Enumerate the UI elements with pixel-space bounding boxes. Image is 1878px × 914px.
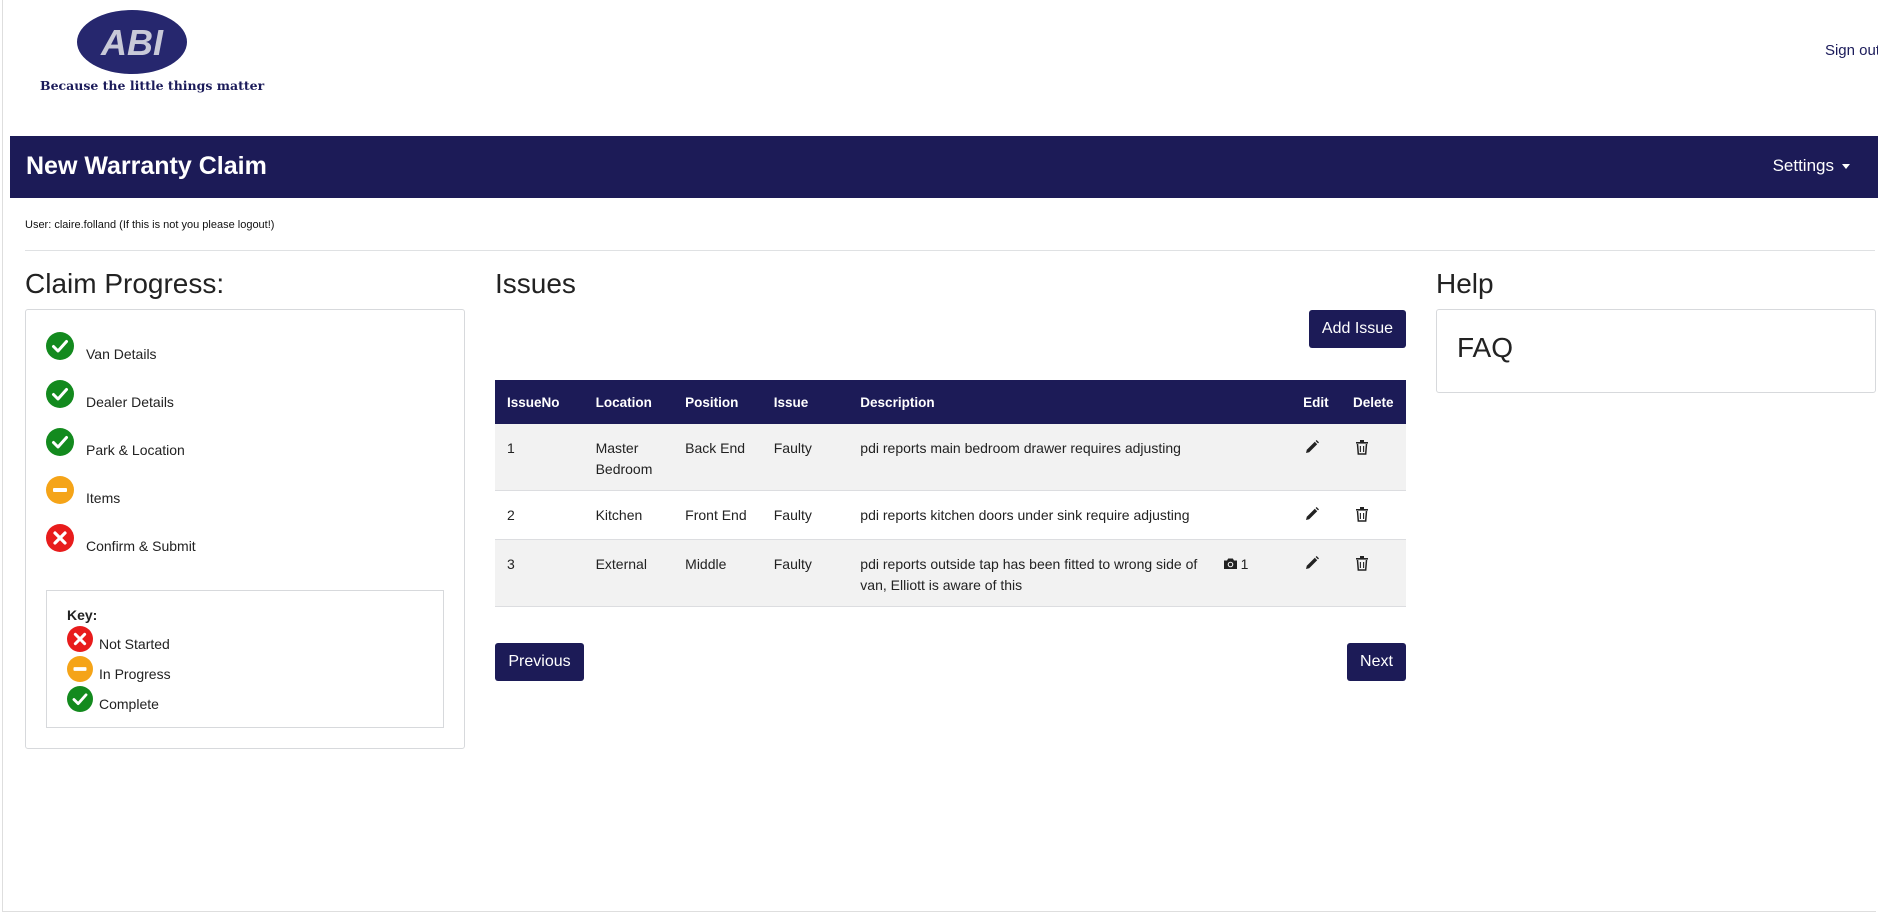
x-circle-icon <box>46 524 74 552</box>
cell-issue: Faulty <box>761 490 849 540</box>
photo-count: 1 <box>1240 556 1249 572</box>
cell-issueno: 2 <box>495 490 584 540</box>
issues-heading: Issues <box>495 268 576 299</box>
cell-edit <box>1291 424 1341 491</box>
key-title: Key: <box>67 607 98 623</box>
cell-photos <box>1210 424 1292 491</box>
col-location: Location <box>583 380 674 424</box>
cell-issueno: 3 <box>495 539 584 607</box>
logo-tagline: Because the little things matter <box>40 78 265 93</box>
help-panel: FAQ <box>1436 309 1876 393</box>
cell-location: Kitchen <box>583 490 674 540</box>
pencil-icon[interactable] <box>1303 554 1321 572</box>
faq-link[interactable]: FAQ <box>1457 332 1513 364</box>
cell-location: External <box>583 539 674 607</box>
cell-photos: 1 <box>1210 539 1292 607</box>
key-label: Complete <box>99 696 159 712</box>
cell-delete <box>1340 424 1406 491</box>
step-label: Confirm & Submit <box>86 538 196 554</box>
cell-issueno: 1 <box>495 424 584 491</box>
minus-circle-icon <box>67 656 93 682</box>
col-issue: Issue <box>761 380 849 424</box>
col-issueno: IssueNo <box>495 380 584 424</box>
col-position: Position <box>673 380 762 424</box>
cell-position: Front End <box>673 490 762 540</box>
cell-photos <box>1210 490 1292 540</box>
key-label: Not Started <box>99 636 170 652</box>
claim-progress-heading: Claim Progress: <box>25 268 225 299</box>
user-info: User: claire.folland (If this is not you… <box>25 219 275 231</box>
table-header-row: IssueNo Location Position Issue Descript… <box>495 380 1406 424</box>
table-row: 2 Kitchen Front End Faulty pdi reports k… <box>495 490 1406 540</box>
step-label: Park & Location <box>86 442 185 458</box>
table-row: 1 Master Bedroom Back End Faulty pdi rep… <box>495 424 1406 491</box>
help-heading: Help <box>1436 268 1494 299</box>
trash-icon[interactable] <box>1353 554 1371 572</box>
cell-position: Back End <box>673 424 762 491</box>
col-edit: Edit <box>1291 380 1341 424</box>
divider <box>25 250 1875 251</box>
minus-circle-icon <box>46 476 74 504</box>
col-photos <box>1210 380 1292 424</box>
page-title: New Warranty Claim <box>26 152 267 180</box>
cell-issue: Faulty <box>761 424 849 491</box>
trash-icon[interactable] <box>1353 438 1371 456</box>
x-circle-icon <box>67 626 93 652</box>
cell-delete <box>1340 490 1406 540</box>
navbar: New Warranty Claim Settings <box>10 136 1878 198</box>
cell-edit <box>1291 539 1341 607</box>
caret-down-icon <box>1842 164 1850 170</box>
col-description: Description <box>848 380 1211 424</box>
next-button[interactable]: Next <box>1347 643 1406 681</box>
trash-icon[interactable] <box>1353 505 1371 523</box>
cell-delete <box>1340 539 1406 607</box>
check-circle-icon <box>46 428 74 456</box>
cell-issue: Faulty <box>761 539 849 607</box>
logo-text: ABI <box>100 22 164 63</box>
cell-position: Middle <box>673 539 762 607</box>
cell-description: pdi reports main bedroom drawer requires… <box>848 424 1211 491</box>
col-delete: Delete <box>1340 380 1406 424</box>
add-issue-button[interactable]: Add Issue <box>1309 310 1406 348</box>
settings-dropdown[interactable]: Settings <box>1773 156 1850 176</box>
claim-progress-panel: Van Details Dealer Details Park & Locati… <box>25 309 465 749</box>
cell-edit <box>1291 490 1341 540</box>
check-circle-icon <box>46 332 74 360</box>
settings-label: Settings <box>1772 156 1834 175</box>
camera-icon <box>1223 558 1237 569</box>
pencil-icon[interactable] <box>1303 505 1321 523</box>
issues-table: IssueNo Location Position Issue Descript… <box>495 380 1406 607</box>
table-row: 3 External Middle Faulty pdi reports out… <box>495 539 1406 607</box>
photo-attachment[interactable]: 1 <box>1223 556 1249 572</box>
step-label: Van Details <box>86 346 157 362</box>
step-label: Dealer Details <box>86 394 174 410</box>
status-key: Key: Not Started In Progress Complete <box>46 590 444 728</box>
key-label: In Progress <box>99 666 171 682</box>
cell-description: pdi reports kitchen doors under sink req… <box>848 490 1211 540</box>
sign-out-link[interactable]: Sign out <box>1825 42 1878 59</box>
check-circle-icon <box>46 380 74 408</box>
previous-button[interactable]: Previous <box>495 643 584 681</box>
check-circle-icon <box>67 686 93 712</box>
pencil-icon[interactable] <box>1303 438 1321 456</box>
cell-location: Master Bedroom <box>583 424 674 491</box>
cell-description: pdi reports outside tap has been fitted … <box>848 539 1211 607</box>
step-label: Items <box>86 490 121 506</box>
